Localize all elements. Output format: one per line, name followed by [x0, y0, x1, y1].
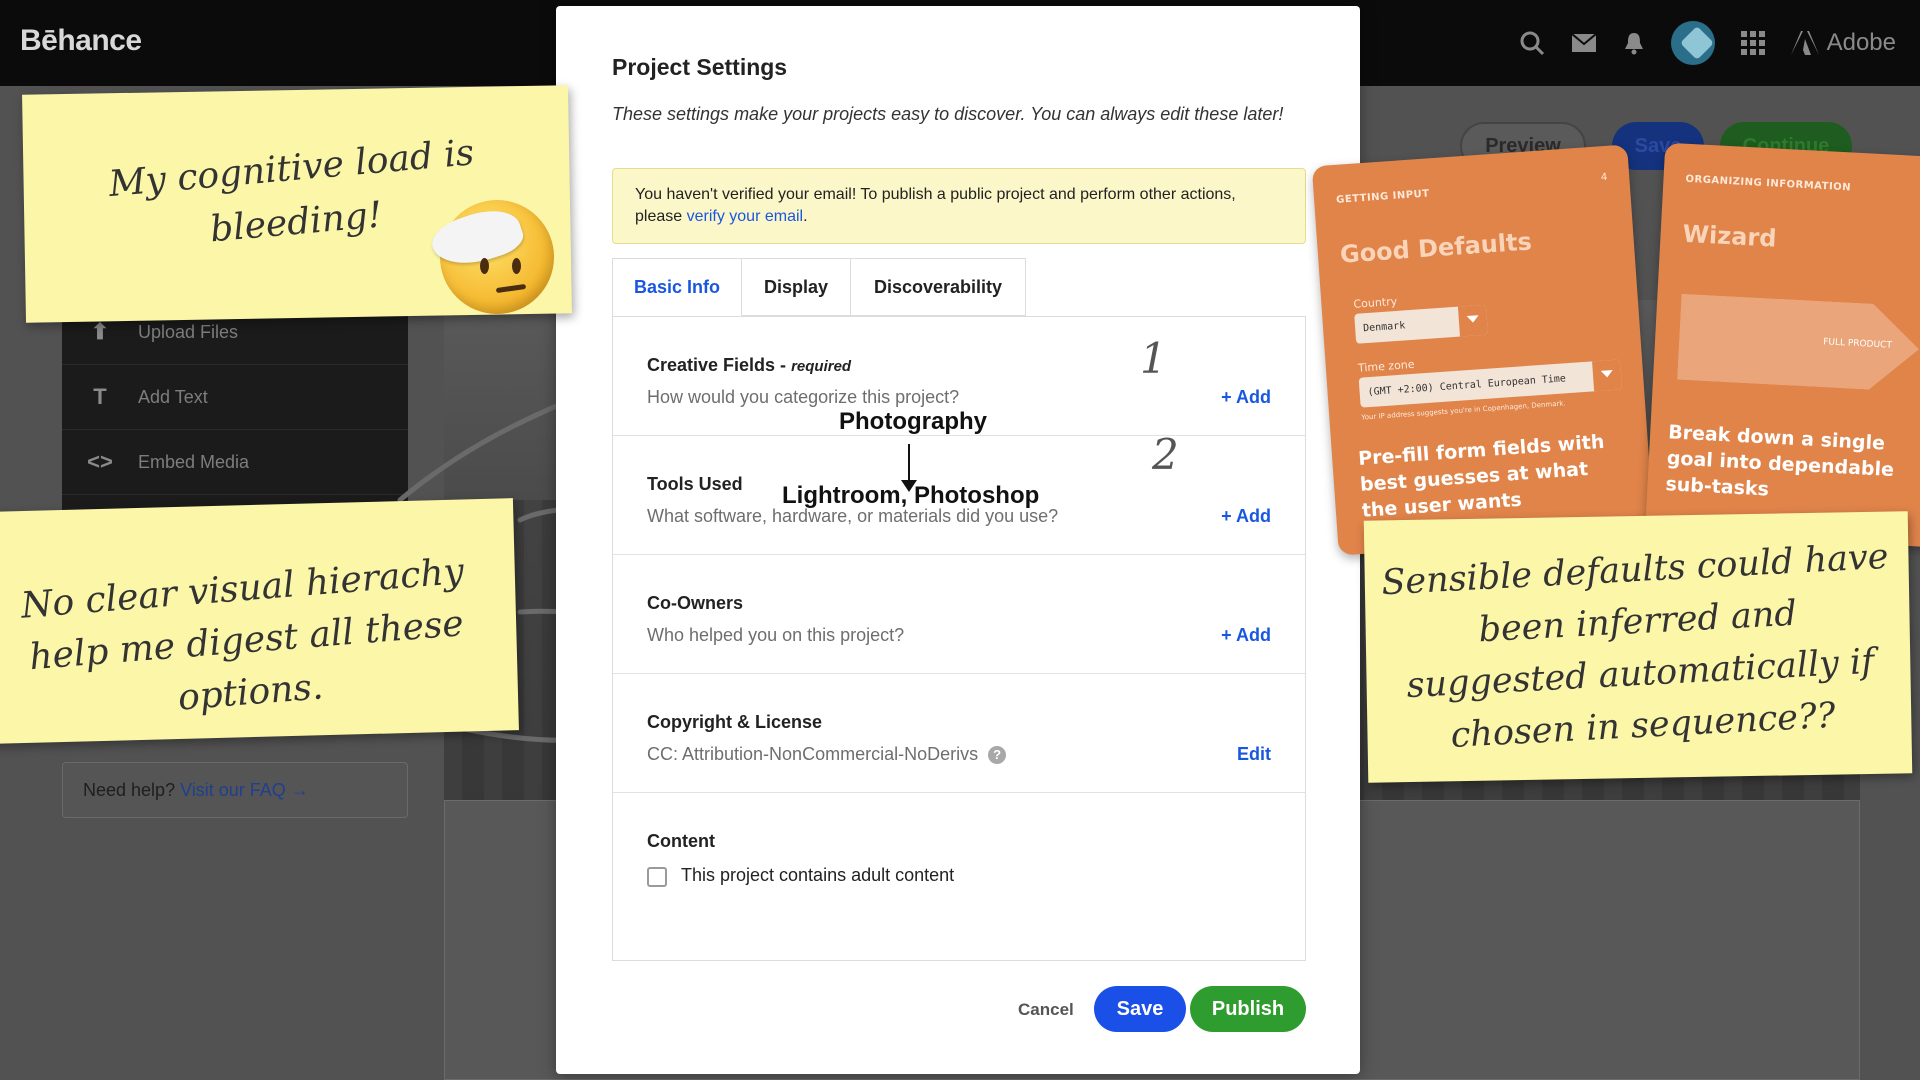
annotation-tools: Lightroom, Photoshop — [782, 482, 1040, 509]
annotation-arrow-down — [901, 444, 917, 492]
section-description: How would you categorize this project? — [647, 387, 960, 407]
content-section: Content This project contains adult cont… — [613, 793, 1305, 912]
publish-button[interactable]: Publish — [1190, 986, 1306, 1032]
section-title-text: Creative Fields - — [647, 355, 792, 375]
tab-discoverability[interactable]: Discoverability — [850, 258, 1026, 316]
cancel-button[interactable]: Cancel — [1018, 1000, 1074, 1020]
adult-content-label[interactable]: This project contains adult content — [681, 865, 954, 886]
modal-title: Project Settings — [612, 54, 788, 80]
project-settings-modal: Project Settings These settings make you… — [556, 6, 1360, 1074]
section-title: Copyright & License — [647, 712, 823, 732]
card-body: Pre-fill form fields with best guesses a… — [1357, 430, 1606, 522]
edit-license-button[interactable]: Edit — [1237, 744, 1271, 765]
add-co-owner-button[interactable]: + Add — [1221, 625, 1271, 646]
card-title: Wizard — [1681, 219, 1778, 253]
tab-basic-info[interactable]: Basic Info — [612, 258, 742, 316]
card-body: Break down a single goal into dependable… — [1664, 421, 1895, 501]
chevron-down-icon — [1592, 359, 1623, 392]
save-button[interactable]: Save — [1094, 986, 1186, 1032]
co-owners-section: Co-Owners Who helped you on this project… — [613, 555, 1305, 674]
modal-subtitle: These settings make your projects easy t… — [612, 104, 1284, 124]
card-kicker: GETTING INPUT — [1335, 188, 1430, 206]
adult-content-checkbox[interactable] — [647, 867, 667, 887]
sticky-note-defaults: Sensible defaults could have been inferr… — [1363, 511, 1913, 783]
add-creative-field-button[interactable]: + Add — [1221, 387, 1271, 408]
wizard-card: ORGANIZING INFORMATION Wizard FULL PRODU… — [1644, 142, 1920, 548]
add-tool-button[interactable]: + Add — [1221, 506, 1271, 527]
license-value: CC: Attribution-NonCommercial-NoDerivs — [647, 744, 979, 764]
note-text: Sensible defaults could have been inferr… — [1380, 536, 1890, 756]
emoji-eye — [480, 258, 489, 274]
section-description: CC: Attribution-NonCommercial-NoDerivs? — [647, 744, 1007, 765]
required-label: required — [791, 358, 852, 375]
bandaged-face-emoji — [426, 200, 554, 314]
settings-tabs: Basic Info Display Discoverability — [612, 258, 1026, 316]
section-title: Content — [647, 831, 715, 851]
card-kicker: ORGANIZING INFORMATION — [1685, 173, 1852, 194]
verify-email-alert: You haven't verified your email! To publ… — [612, 168, 1306, 244]
annotation-number-2: 2 — [1152, 430, 1179, 479]
tab-display[interactable]: Display — [742, 258, 850, 316]
note-text: No clear visual hierachy help me digest … — [19, 550, 466, 719]
country-field: Denmark — [1354, 304, 1488, 344]
country-label: Country — [1353, 294, 1398, 311]
timezone-value: (GMT +2:00) Central European Time — [1367, 372, 1567, 398]
copyright-section: Copyright & License CC: Attribution-NonC… — [613, 674, 1305, 793]
timezone-label: Time zone — [1357, 357, 1415, 375]
alert-end: . — [803, 208, 808, 225]
verify-email-link[interactable]: verify your email — [687, 208, 803, 225]
chevron-down-icon — [1457, 304, 1488, 337]
annotation-number-1: 1 — [1140, 334, 1167, 383]
good-defaults-card: GETTING INPUT 4 Good Defaults Country De… — [1311, 144, 1655, 556]
section-title: Co-Owners — [647, 593, 744, 613]
country-value: Denmark — [1362, 319, 1406, 334]
emoji-eye — [512, 258, 521, 274]
annotation-photography: Photography — [839, 408, 987, 435]
card-title: Good Defaults — [1339, 227, 1533, 269]
section-title: Creative Fields - required — [647, 355, 851, 376]
section-title: Tools Used — [647, 474, 743, 494]
emoji-mouth — [495, 283, 527, 294]
help-question-icon[interactable]: ? — [988, 746, 1007, 764]
sticky-note-hierarchy: No clear visual hierachy help me digest … — [0, 498, 519, 744]
section-description: Who helped you on this project? — [647, 625, 905, 645]
card-number: 4 — [1600, 171, 1608, 184]
